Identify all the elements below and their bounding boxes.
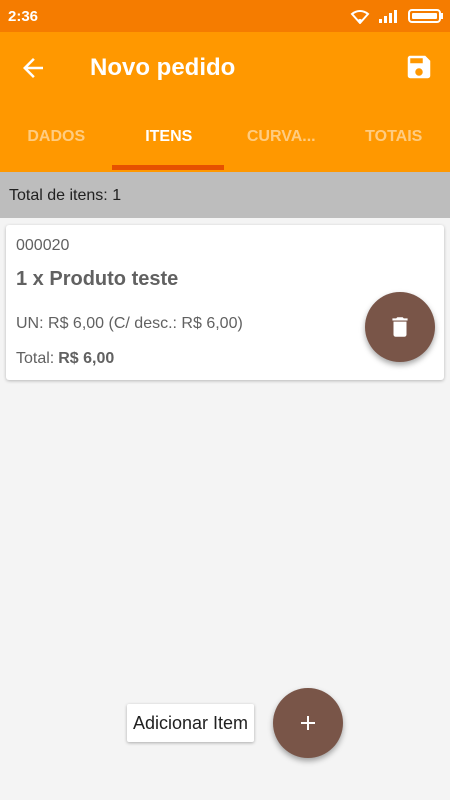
total-value: R$ 6,00 (58, 350, 115, 367)
tab-totais[interactable]: TOTAIS (338, 102, 450, 172)
add-item-button[interactable] (273, 688, 343, 758)
arrow-left-icon (23, 58, 43, 78)
items-count-label: Total de itens: (9, 187, 108, 204)
back-button[interactable] (18, 53, 48, 83)
items-count-value: 1 (112, 187, 122, 204)
save-button[interactable] (404, 52, 434, 82)
item-code: 000020 (16, 237, 70, 254)
discount-text: (C/ desc.: R$ 6,00) (108, 315, 243, 332)
unit-label: UN: (16, 315, 44, 332)
item-total-line: Total: R$ 6,00 (16, 350, 114, 368)
total-label: Total: (16, 350, 55, 367)
status-icons (350, 6, 444, 26)
unit-price: R$ 6,00 (48, 315, 105, 332)
plus-icon (301, 716, 315, 730)
item-unit-price-line: UN: R$ 6,00 (C/ desc.: R$ 6,00) (16, 315, 243, 333)
tab-curva[interactable]: CURVA... (225, 102, 338, 172)
tab-dados[interactable]: DADOS (0, 102, 113, 172)
trash-icon (392, 317, 408, 337)
tab-indicator (112, 165, 224, 170)
battery-icon (408, 9, 443, 23)
app-bar: Novo pedido (0, 32, 450, 102)
wifi-icon (350, 10, 370, 24)
delete-item-button[interactable] (365, 292, 435, 362)
page-title: Novo pedido (90, 54, 236, 81)
item-description: 1 x Produto teste (16, 268, 179, 290)
save-icon (407, 55, 431, 79)
status-time: 2:36 (8, 8, 39, 25)
signal-icon (379, 10, 397, 23)
status-bar: 2:36 (0, 0, 450, 32)
add-item-label[interactable]: Adicionar Item (127, 704, 255, 742)
tab-itens[interactable]: ITENS (113, 102, 226, 172)
items-summary: Total de itens: 1 (0, 172, 450, 218)
tab-bar: DADOS ITENS CURVA... TOTAIS (0, 102, 450, 172)
